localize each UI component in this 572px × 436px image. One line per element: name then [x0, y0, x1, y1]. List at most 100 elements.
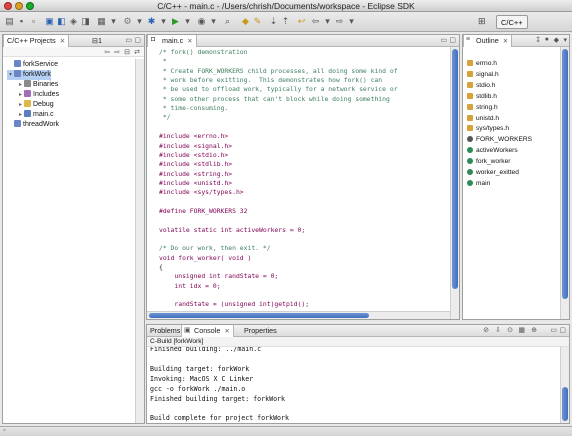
tree-item[interactable]: ▸ Binaries — [17, 80, 58, 90]
include-icon — [467, 70, 473, 77]
pin-icon[interactable]: ⊙ — [507, 326, 513, 334]
chevron-down-icon[interactable]: ▾ — [346, 16, 357, 27]
forward-icon[interactable]: ⇨ — [114, 48, 120, 56]
collapse-all-icon[interactable]: ⊟ — [124, 48, 130, 56]
sort-icon[interactable]: ↧ — [535, 36, 541, 44]
outline-item[interactable]: FORK_WORKERS — [467, 135, 532, 145]
back-icon[interactable]: ⇦ — [104, 48, 110, 56]
tree-item[interactable]: threadWork — [7, 120, 59, 130]
outline-item[interactable]: stdio.h — [467, 81, 495, 91]
new-folder-icon[interactable]: ◧ — [56, 16, 67, 27]
link-editor-icon[interactable]: ⇄ — [134, 48, 140, 56]
folder-icon — [24, 100, 31, 107]
new-class-icon[interactable]: ◈ — [68, 16, 79, 27]
open-perspective-icon[interactable]: ⊞ — [478, 16, 486, 27]
minimize-icon[interactable]: ▭ — [125, 36, 132, 44]
outline-item[interactable]: worker_exitted — [467, 168, 519, 178]
forward-icon[interactable]: ⇨ — [334, 16, 345, 27]
outline-item[interactable]: stdlib.h — [467, 92, 497, 102]
new-file-icon[interactable]: ◨ — [80, 16, 91, 27]
outline-item[interactable]: sys/types.h — [467, 124, 509, 134]
gear-icon[interactable]: ⚙ — [122, 16, 133, 27]
close-icon[interactable]: ✕ — [224, 328, 229, 335]
outline-item[interactable]: errno.h — [467, 59, 497, 69]
minimize-icon[interactable]: ▭ — [440, 36, 447, 44]
close-icon[interactable]: ✕ — [187, 38, 192, 45]
console-scroll-thumb[interactable] — [562, 387, 568, 421]
tree-item[interactable]: forkService — [7, 60, 58, 70]
tree-item[interactable]: ▸ Includes — [17, 90, 59, 100]
expander-icon[interactable]: ▸ — [17, 80, 24, 90]
tab-properties[interactable]: Properties — [241, 325, 280, 337]
prev-annotation-icon[interactable]: ⇡ — [280, 16, 291, 27]
tab-navigator[interactable]: ⊟1 — [89, 35, 105, 47]
build-icon[interactable]: ▦ — [96, 16, 107, 27]
annotation-icon[interactable]: ✎ — [252, 16, 263, 27]
console-tab-label: Console — [194, 326, 221, 335]
chevron-down-icon[interactable]: ▾ — [208, 16, 219, 27]
maximize-icon[interactable]: ▢ — [134, 36, 141, 44]
maximize-icon[interactable]: ▢ — [559, 326, 566, 334]
chevron-down-icon[interactable]: ▾ — [108, 16, 119, 27]
code-area[interactable]: /* fork() demonstration * * Create FORK_… — [147, 47, 450, 311]
display-console-icon[interactable]: ▦ — [518, 326, 525, 334]
console-scrollbar[interactable] — [560, 347, 569, 423]
editor-hscrollbar[interactable] — [147, 311, 450, 319]
hide-fields-icon[interactable]: ● — [545, 36, 549, 43]
close-icon[interactable]: ✕ — [503, 38, 508, 45]
editor-hscroll-thumb[interactable] — [149, 313, 369, 318]
expander-icon[interactable]: ▾ — [7, 70, 14, 80]
outline-item[interactable]: main — [467, 179, 490, 189]
maximize-icon[interactable]: ▢ — [449, 36, 456, 44]
open-type-icon[interactable]: ◆ — [240, 16, 251, 27]
projects-scrollbar[interactable] — [135, 59, 144, 423]
perspective-switcher[interactable]: C/C++ — [496, 15, 528, 29]
scroll-lock-icon[interactable]: ⇩ — [495, 326, 501, 334]
tree-item-label: threadWork — [23, 121, 60, 128]
chevron-down-icon[interactable]: ▾ — [158, 16, 169, 27]
tab-projects[interactable]: C/C++ Projects ✕ — [3, 35, 70, 47]
editor-scrollbar[interactable] — [450, 47, 459, 319]
new-icon[interactable]: ▤ — [4, 16, 15, 27]
save-icon[interactable]: ▪ — [16, 16, 27, 27]
tree-item[interactable]: ▸ Debug — [17, 100, 54, 110]
back-icon[interactable]: ⇦ — [310, 16, 321, 27]
expander-icon[interactable]: ▸ — [17, 110, 24, 120]
next-annotation-icon[interactable]: ⇣ — [268, 16, 279, 27]
print-icon[interactable]: ▫ — [28, 16, 39, 27]
expander-icon[interactable]: ▸ — [17, 100, 24, 110]
expander-icon[interactable]: ▸ — [17, 90, 24, 100]
open-console-icon[interactable]: ⊕ — [531, 326, 537, 334]
outline-item-label: worker_exitted — [476, 169, 519, 176]
editor-view: main.c ✕ ◘ ▭ ▢ /* fork() demonstration *… — [146, 34, 460, 320]
tree-item[interactable]: ▾ forkWork — [7, 70, 51, 80]
tab-outline[interactable]: Outline ✕ — [463, 35, 513, 47]
outline-item[interactable]: activeWorkers — [467, 146, 518, 156]
outline-item[interactable]: string.h — [467, 103, 498, 113]
function-icon — [467, 169, 473, 175]
last-edit-icon[interactable]: ↩ — [296, 16, 307, 27]
tree-item[interactable]: ▸ main.c — [17, 110, 54, 120]
run-icon[interactable]: ▶ — [170, 16, 181, 27]
chevron-down-icon[interactable]: ▾ — [322, 16, 333, 27]
close-icon[interactable]: ✕ — [60, 38, 65, 45]
fast-view-icon[interactable]: ▫ — [3, 427, 5, 434]
clear-console-icon[interactable]: ⊘ — [483, 326, 489, 334]
new-project-icon[interactable]: ▣ — [44, 16, 55, 27]
hide-static-icon[interactable]: ◆ — [554, 36, 559, 44]
chevron-down-icon[interactable]: ▾ — [134, 16, 145, 27]
chevron-down-icon[interactable]: ▾ — [182, 16, 193, 27]
view-menu-icon[interactable]: ▾ — [563, 36, 567, 44]
outline-item[interactable]: unistd.h — [467, 114, 499, 124]
debug-icon[interactable]: ✱ — [146, 16, 157, 27]
external-tools-icon[interactable]: ◉ — [196, 16, 207, 27]
editor-scroll-thumb[interactable] — [452, 49, 458, 289]
outline-item[interactable]: fork_worker — [467, 157, 510, 167]
outline-scroll-thumb[interactable] — [562, 49, 568, 299]
search-icon[interactable]: ⌕ — [222, 16, 233, 27]
minimize-icon[interactable]: ▭ — [550, 326, 557, 334]
outline-item[interactable]: signal.h — [467, 70, 499, 80]
console-output[interactable]: Finished building: ../main.c Building tar… — [147, 347, 560, 423]
outline-scrollbar[interactable] — [560, 47, 569, 319]
tab-problems[interactable]: Problems — [147, 325, 183, 337]
